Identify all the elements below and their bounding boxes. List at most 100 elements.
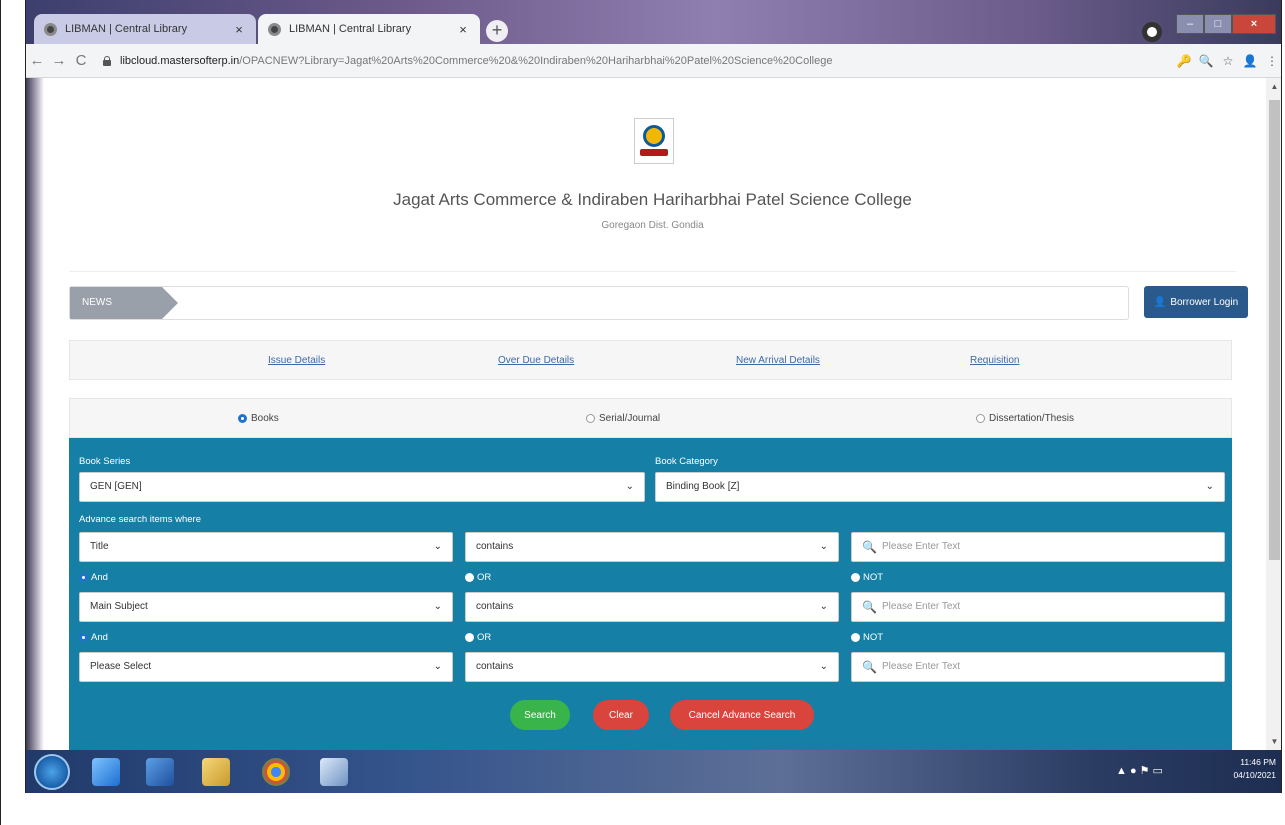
radio-and[interactable]: And — [79, 572, 108, 583]
radio-or[interactable]: OR — [465, 632, 491, 643]
zoom-icon[interactable]: 🔍 — [1195, 54, 1217, 68]
close-window-button[interactable]: × — [1232, 14, 1276, 34]
radio-serial-journal[interactable]: Serial/Journal — [586, 413, 660, 424]
radio-not[interactable]: NOT — [851, 572, 883, 583]
windows-taskbar: ▲ ● ⚑ ▭ 11:46 PM 04/10/2021 — [26, 750, 1281, 793]
radio-label: NOT — [863, 572, 884, 583]
select-value: GEN [GEN] — [90, 481, 142, 492]
radio-label: OR — [477, 632, 492, 643]
search-icon: 🔍 — [862, 600, 877, 614]
browser-toolbar: ← → C libcloud.mastersofterp.in/OPACNEW?… — [26, 44, 1281, 78]
chevron-down-icon: ⌄ — [433, 661, 442, 672]
radio-icon — [976, 414, 985, 423]
logo-ribbon-icon — [640, 149, 668, 156]
back-icon[interactable]: ← — [26, 52, 48, 69]
site-favicon-icon — [44, 22, 57, 36]
operator-select[interactable]: contains ⌄ — [465, 592, 839, 622]
radio-and[interactable]: And — [79, 632, 108, 643]
scroll-thumb[interactable] — [1269, 100, 1280, 560]
search-text-input[interactable]: 🔍 Please Enter Text — [851, 532, 1225, 562]
tab-strip: LIBMAN | Central Library × LIBMAN | Cent… — [26, 8, 1281, 44]
radio-label: OR — [477, 572, 492, 583]
opac-page: Jagat Arts Commerce & Indiraben Hariharb… — [44, 78, 1266, 750]
book-series-select[interactable]: GEN [GEN] ⌄ — [79, 472, 645, 502]
new-tab-button[interactable]: + — [486, 20, 508, 42]
url-path: /OPACNEW?Library=Jagat%20Arts%20Commerce… — [239, 54, 833, 67]
minimize-button[interactable]: – — [1176, 14, 1204, 34]
borrower-login-button[interactable]: 👤 Borrower Login — [1144, 286, 1248, 318]
select-value: contains — [476, 661, 514, 672]
input-placeholder: Please Enter Text — [882, 661, 961, 672]
bookmark-star-icon[interactable]: ☆ — [1217, 54, 1239, 68]
scroll-up-icon[interactable]: ▲ — [1270, 82, 1279, 91]
radio-icon — [465, 573, 474, 582]
search-text-input[interactable]: 🔍 Please Enter Text — [851, 592, 1225, 622]
search-text-input[interactable]: 🔍 Please Enter Text — [851, 652, 1225, 682]
file-explorer-icon[interactable] — [202, 758, 230, 786]
tab-close-icon[interactable]: × — [232, 22, 246, 37]
menu-icon[interactable]: ⋮ — [1261, 54, 1281, 68]
notepad-icon[interactable] — [320, 758, 348, 786]
chevron-down-icon: ⌄ — [819, 601, 828, 612]
page-scrollbar[interactable]: ▲ ▼ — [1266, 78, 1281, 750]
reload-icon[interactable]: C — [70, 52, 92, 69]
radio-dissertation-thesis[interactable]: Dissertation/Thesis — [976, 413, 1074, 424]
address-bar[interactable]: libcloud.mastersofterp.in/OPACNEW?Librar… — [102, 48, 1173, 74]
chevron-down-icon: ⌄ — [433, 601, 442, 612]
link-new-arrival-details[interactable]: New Arrival Details — [736, 355, 820, 366]
start-button[interactable] — [34, 754, 70, 790]
logo-emblem-icon — [643, 125, 665, 147]
select-value: Title — [90, 541, 109, 552]
profile-icon[interactable] — [1142, 22, 1162, 42]
chevron-down-icon: ⌄ — [1205, 481, 1214, 492]
browser-tab[interactable]: LIBMAN | Central Library × — [34, 14, 256, 44]
book-category-label: Book Category — [655, 456, 718, 467]
clear-button[interactable]: Clear — [593, 700, 649, 730]
radio-not[interactable]: NOT — [851, 632, 883, 643]
field-select[interactable]: Title ⌄ — [79, 532, 453, 562]
tab-title: LIBMAN | Central Library — [289, 23, 412, 35]
radio-or[interactable]: OR — [465, 572, 491, 583]
field-select[interactable]: Main Subject ⌄ — [79, 592, 453, 622]
radio-selected-icon — [79, 633, 88, 642]
news-ticker: NEWS — [69, 286, 1129, 320]
select-value: Main Subject — [90, 601, 148, 612]
maximize-button[interactable]: □ — [1204, 14, 1232, 34]
clock[interactable]: 11:46 PM 04/10/2021 — [1196, 756, 1276, 782]
cancel-advance-search-button[interactable]: Cancel Advance Search — [670, 700, 814, 730]
page-viewport: Jagat Arts Commerce & Indiraben Hariharb… — [26, 78, 1281, 750]
browser-tab-active[interactable]: LIBMAN | Central Library × — [258, 14, 480, 44]
tab-title: LIBMAN | Central Library — [65, 23, 188, 35]
book-category-select[interactable]: Binding Book [Z] ⌄ — [655, 472, 1225, 502]
link-requisition[interactable]: Requisition — [970, 355, 1019, 366]
radio-books[interactable]: Books — [238, 413, 279, 424]
forward-icon[interactable]: → — [48, 52, 70, 69]
window-controls: – □ × — [1176, 14, 1278, 34]
internet-explorer-icon[interactable] — [92, 758, 120, 786]
account-icon[interactable]: 👤 — [1239, 54, 1261, 68]
chevron-down-icon: ⌄ — [819, 541, 828, 552]
college-place: Goregaon Dist. Gondia — [601, 220, 704, 231]
chrome-icon[interactable] — [262, 758, 290, 786]
radio-icon — [586, 414, 595, 423]
media-player-icon[interactable] — [146, 758, 174, 786]
url-host: libcloud.mastersofterp.in — [120, 54, 240, 67]
link-over-due-details[interactable]: Over Due Details — [498, 355, 574, 366]
tab-close-icon[interactable]: × — [456, 22, 470, 37]
scroll-down-icon[interactable]: ▼ — [1270, 737, 1279, 746]
screenshot-frame: LIBMAN | Central Library × LIBMAN | Cent… — [0, 0, 1285, 825]
advance-search-panel: Book Series GEN [GEN] ⌄ Book Category Bi… — [69, 438, 1232, 750]
lock-icon — [102, 55, 112, 66]
search-button[interactable]: Search — [510, 700, 570, 730]
advance-search-label: Advance search items where — [79, 514, 201, 525]
chevron-down-icon: ⌄ — [819, 661, 828, 672]
select-value: Binding Book [Z] — [666, 481, 740, 492]
link-issue-details[interactable]: Issue Details — [268, 355, 325, 366]
system-tray-icons[interactable]: ▲ ● ⚑ ▭ — [1116, 764, 1163, 777]
clock-date: 04/10/2021 — [1233, 770, 1276, 780]
operator-select[interactable]: contains ⌄ — [465, 652, 839, 682]
operator-select[interactable]: contains ⌄ — [465, 532, 839, 562]
field-select[interactable]: Please Select ⌄ — [79, 652, 453, 682]
borrower-login-label: Borrower Login — [1170, 296, 1239, 308]
key-icon[interactable]: 🔑 — [1173, 54, 1195, 68]
